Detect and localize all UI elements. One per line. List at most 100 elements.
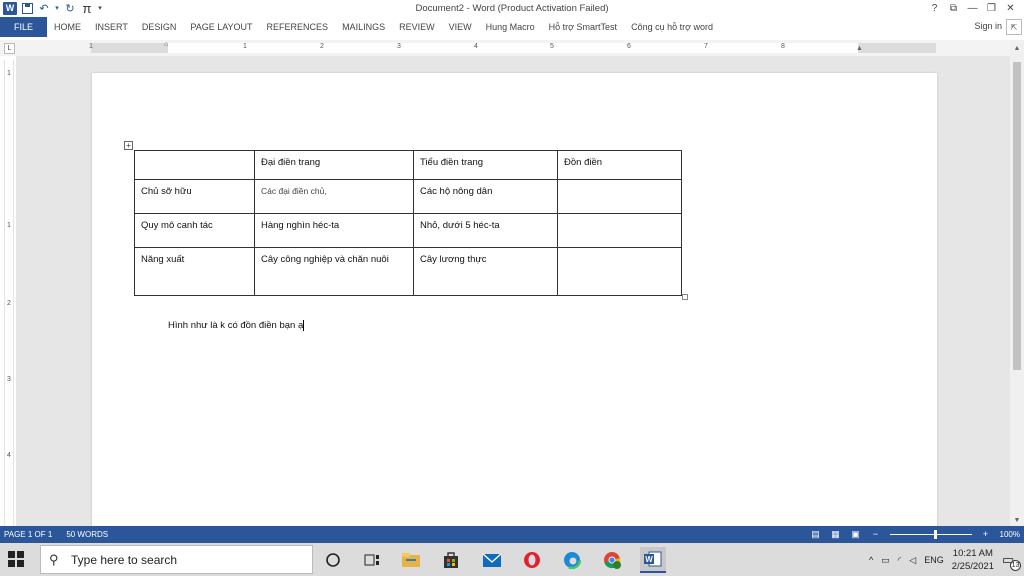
tab-view[interactable]: VIEW: [442, 17, 479, 37]
table-cell[interactable]: Cây lương thực: [413, 247, 558, 296]
document-table: Đại điền trang Tiểu điền trang Đồn điền …: [134, 150, 682, 296]
word-count[interactable]: 50 WORDS: [66, 530, 108, 539]
wifi-icon[interactable]: ◜: [898, 555, 902, 566]
expand-ribbon-icon[interactable]: ⇱: [1006, 19, 1022, 35]
zoom-slider[interactable]: [889, 528, 972, 540]
tab-smarttest[interactable]: Hỗ trợ SmartTest: [542, 17, 624, 37]
table-cell[interactable]: Đồn điền: [557, 150, 682, 180]
ruler-number: 1: [7, 222, 11, 229]
task-view-icon[interactable]: [361, 549, 383, 571]
zoom-slider-track: [889, 534, 972, 535]
table-cell[interactable]: [557, 213, 682, 248]
ribbon-display-icon[interactable]: ⧉: [944, 0, 963, 16]
table-move-handle[interactable]: +: [124, 141, 133, 150]
document-workspace: + Đại điền trang Tiểu điền trang Đồn điề…: [16, 56, 1010, 533]
table-cell[interactable]: Tiểu điền trang: [413, 150, 558, 180]
table-row: Chủ sỡ hữu Các đại điền chủ, Các hộ nông…: [134, 179, 682, 214]
tab-home[interactable]: HOME: [47, 17, 88, 37]
windows-start-icon[interactable]: [8, 551, 26, 569]
read-mode-icon[interactable]: ▤: [810, 528, 822, 540]
table-cell[interactable]: [557, 179, 682, 214]
opera-icon[interactable]: [521, 549, 543, 571]
maximize-icon[interactable]: ❐: [982, 0, 1001, 16]
file-explorer-icon[interactable]: [400, 549, 422, 571]
ruler-number: 3: [7, 376, 11, 383]
system-tray: ^ ▭ ◜ ◁ ENG 10:21 AM 2/25/2021 ▭ 13: [869, 547, 1021, 573]
table-cell[interactable]: Chủ sỡ hữu: [134, 179, 255, 214]
store-icon[interactable]: [440, 549, 462, 571]
indent-marker-icon[interactable]: ⌂: [164, 41, 168, 48]
zoom-out-icon[interactable]: −: [870, 528, 882, 540]
edge-icon[interactable]: [561, 549, 583, 571]
cortana-icon[interactable]: [322, 549, 344, 571]
horizontal-ruler-row: L 1 1 2 3 4 5 6 7 8 ⌂ ▲: [0, 40, 1024, 56]
ruler-number: 1: [89, 43, 93, 50]
taskbar-search-box[interactable]: ⚲ Type here to search: [40, 545, 313, 574]
table-cell[interactable]: Hàng nghìn héc-ta: [254, 213, 414, 248]
ruler-number: 8: [781, 43, 785, 50]
scroll-up-icon[interactable]: ▲: [1010, 42, 1024, 54]
page-count[interactable]: PAGE 1 OF 1: [4, 530, 52, 539]
zoom-in-icon[interactable]: +: [980, 528, 992, 540]
table-cell[interactable]: Năng xuất: [134, 247, 255, 296]
clock-date: 2/25/2021: [951, 561, 994, 572]
notification-center-icon[interactable]: ▭ 13: [1002, 552, 1021, 571]
tab-mailings[interactable]: MAILINGS: [335, 17, 392, 37]
sign-in-link[interactable]: Sign in: [974, 21, 1002, 31]
body-paragraph[interactable]: Hình như là k có đồn điền bạn ạ: [168, 320, 305, 331]
vertical-scrollbar[interactable]: ▲ ▼: [1010, 40, 1024, 526]
tab-design[interactable]: DESIGN: [135, 17, 184, 37]
print-layout-icon[interactable]: ▦: [830, 528, 842, 540]
chevron-up-icon[interactable]: ^: [869, 555, 873, 565]
document-page[interactable]: + Đại điền trang Tiểu điền trang Đồn điề…: [92, 73, 937, 533]
ruler-number: 4: [474, 43, 478, 50]
table-resize-handle[interactable]: [682, 294, 688, 300]
tab-review[interactable]: REVIEW: [392, 17, 442, 37]
mail-icon[interactable]: [481, 549, 503, 571]
language-indicator[interactable]: ENG: [924, 555, 944, 565]
ruler-number: 6: [627, 43, 631, 50]
status-bar: PAGE 1 OF 1 50 WORDS ▤ ▦ ▣ − + 100%: [0, 526, 1024, 543]
table-cell[interactable]: [134, 150, 255, 180]
battery-icon[interactable]: ▭: [881, 555, 890, 566]
table-cell[interactable]: Nhỏ, dưới 5 héc-ta: [413, 213, 558, 248]
ruler-number: 2: [7, 300, 11, 307]
scroll-down-icon[interactable]: ▼: [1010, 514, 1024, 526]
right-indent-marker-icon[interactable]: ▲: [856, 45, 863, 52]
notification-badge: 13: [1010, 560, 1021, 571]
vertical-ruler[interactable]: 1 1 2 3 4: [4, 60, 14, 526]
tab-insert[interactable]: INSERT: [88, 17, 135, 37]
clock[interactable]: 10:21 AM 2/25/2021: [952, 547, 994, 573]
table-cell[interactable]: Các đại điền chủ,: [254, 179, 414, 214]
ruler-number: 1: [243, 43, 247, 50]
volume-icon[interactable]: ◁: [909, 555, 916, 566]
tab-file[interactable]: FILE: [0, 17, 47, 37]
word-taskbar-icon[interactable]: W: [640, 547, 666, 573]
zoom-slider-knob[interactable]: [933, 530, 937, 539]
minimize-icon[interactable]: —: [963, 0, 982, 16]
table-cell[interactable]: Các hộ nông dân: [413, 179, 558, 214]
ruler-number: 5: [550, 43, 554, 50]
zoom-level[interactable]: 100%: [1000, 530, 1020, 539]
ruler-number: 4: [7, 452, 11, 459]
tab-references[interactable]: REFERENCES: [260, 17, 336, 37]
svg-text:W: W: [645, 555, 653, 564]
tab-word-tools[interactable]: Công cụ hỗ trợ word: [624, 17, 720, 37]
table-row: Năng xuất Cây công nghiệp và chăn nuôi C…: [134, 247, 682, 296]
tab-selector[interactable]: L: [4, 43, 15, 54]
table-cell[interactable]: Đại điền trang: [254, 150, 414, 180]
table-cell[interactable]: [557, 247, 682, 296]
table-cell[interactable]: Quy mô canh tác: [134, 213, 255, 248]
tab-page-layout[interactable]: PAGE LAYOUT: [183, 17, 259, 37]
help-icon[interactable]: ?: [925, 0, 944, 16]
table-cell[interactable]: Cây công nghiệp và chăn nuôi: [254, 247, 414, 296]
table-row: Quy mô canh tác Hàng nghìn héc-ta Nhỏ, d…: [134, 213, 682, 248]
tab-hung-macro[interactable]: Hung Macro: [479, 17, 542, 37]
chrome-icon[interactable]: [601, 549, 623, 571]
horizontal-ruler[interactable]: 1 1 2 3 4 5 6 7 8 ⌂ ▲: [89, 41, 936, 53]
web-layout-icon[interactable]: ▣: [850, 528, 862, 540]
close-icon[interactable]: ✕: [1001, 0, 1020, 16]
windows-taskbar: ⚲ Type here to search W ^ ▭ ◜ ◁ ENG 10:2…: [0, 543, 1024, 576]
scroll-thumb[interactable]: [1013, 62, 1021, 370]
table-row: Đại điền trang Tiểu điền trang Đồn điền: [134, 150, 682, 180]
